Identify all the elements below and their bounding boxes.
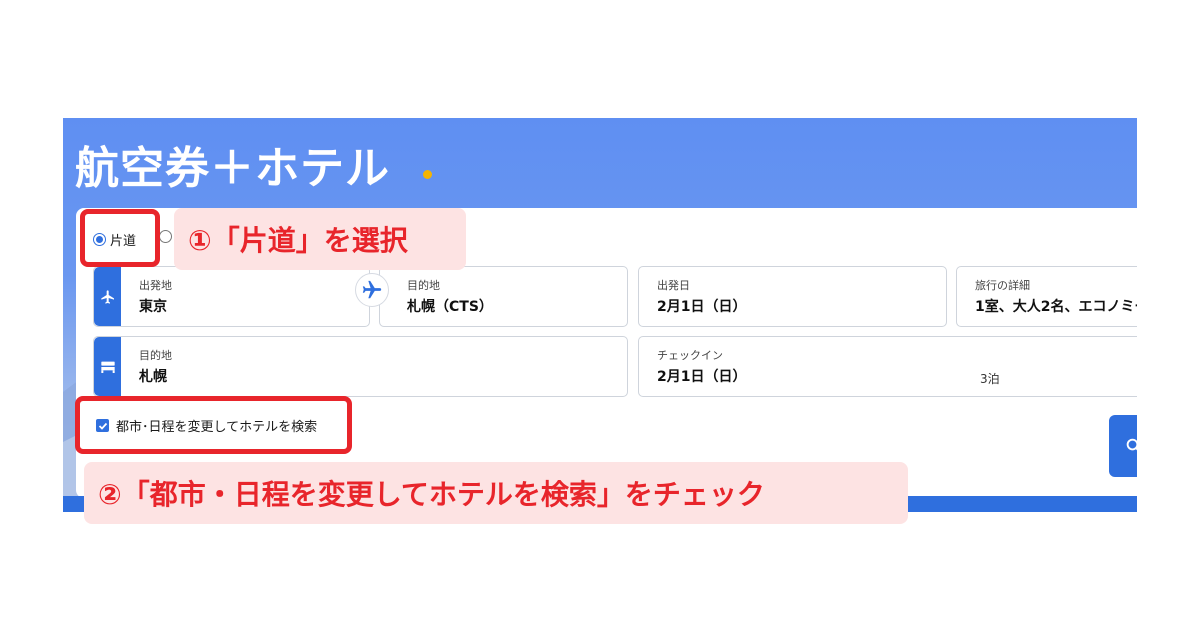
page-title: 航空券＋ホテル	[75, 143, 390, 194]
checkin-field[interactable]: チェックイン 2月1日（日） 3泊	[638, 336, 1137, 397]
checkin-label: チェックイン	[657, 349, 723, 362]
search-button[interactable]	[1109, 415, 1137, 477]
departure-label: 出発日	[657, 279, 690, 292]
departure-value: 2月1日（日）	[657, 299, 747, 315]
origin-field[interactable]: 出発地 東京	[93, 266, 370, 327]
nights-count: 3泊	[980, 372, 1000, 386]
search-icon	[1126, 438, 1137, 451]
step2-callout: ②「都市・日程を変更してホテルを検索」をチェック	[84, 462, 908, 524]
bed-icon	[100, 361, 115, 373]
details-value: 1室、大人2名、エコノミー/	[975, 299, 1137, 315]
step1-highlight	[80, 209, 160, 267]
hotel-destination-label: 目的地	[139, 349, 172, 362]
hotel-side-tab	[94, 337, 121, 396]
plane-icon	[100, 289, 114, 304]
trip-details-field[interactable]: 旅行の詳細 1室、大人2名、エコノミー/	[956, 266, 1137, 327]
departure-date-field[interactable]: 出発日 2月1日（日）	[638, 266, 947, 327]
checkin-value: 2月1日（日）	[657, 369, 747, 385]
destination-label: 目的地	[407, 279, 440, 292]
details-label: 旅行の詳細	[975, 279, 1030, 292]
hotel-destination-field[interactable]: 目的地 札幌	[93, 336, 628, 397]
step2-highlight	[75, 396, 352, 454]
flight-side-tab	[94, 267, 121, 326]
destination-field[interactable]: 目的地 札幌（CTS）	[379, 266, 628, 327]
swap-button[interactable]	[355, 273, 389, 307]
other-trip-radio[interactable]	[159, 230, 172, 243]
title-dot	[423, 170, 432, 179]
step1-callout: ①「片道」を選択	[174, 208, 466, 270]
hotel-destination-value: 札幌	[139, 369, 167, 385]
origin-label: 出発地	[139, 279, 172, 292]
trip-type-other[interactable]	[159, 230, 172, 243]
destination-value: 札幌（CTS）	[407, 299, 493, 315]
origin-value: 東京	[139, 299, 167, 315]
swap-plane-icon	[362, 280, 382, 299]
